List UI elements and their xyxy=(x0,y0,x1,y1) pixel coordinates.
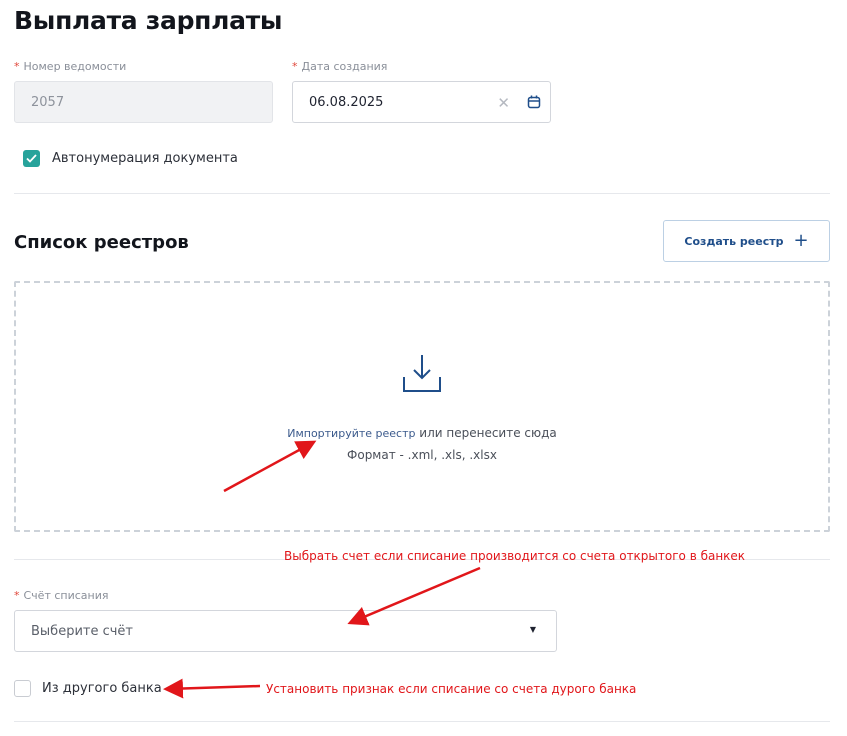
arrow-to-account-select xyxy=(347,566,481,626)
arrow-to-import-link xyxy=(223,440,317,493)
arrow-to-other-bank xyxy=(163,678,261,699)
annotation-arrows xyxy=(163,440,481,699)
